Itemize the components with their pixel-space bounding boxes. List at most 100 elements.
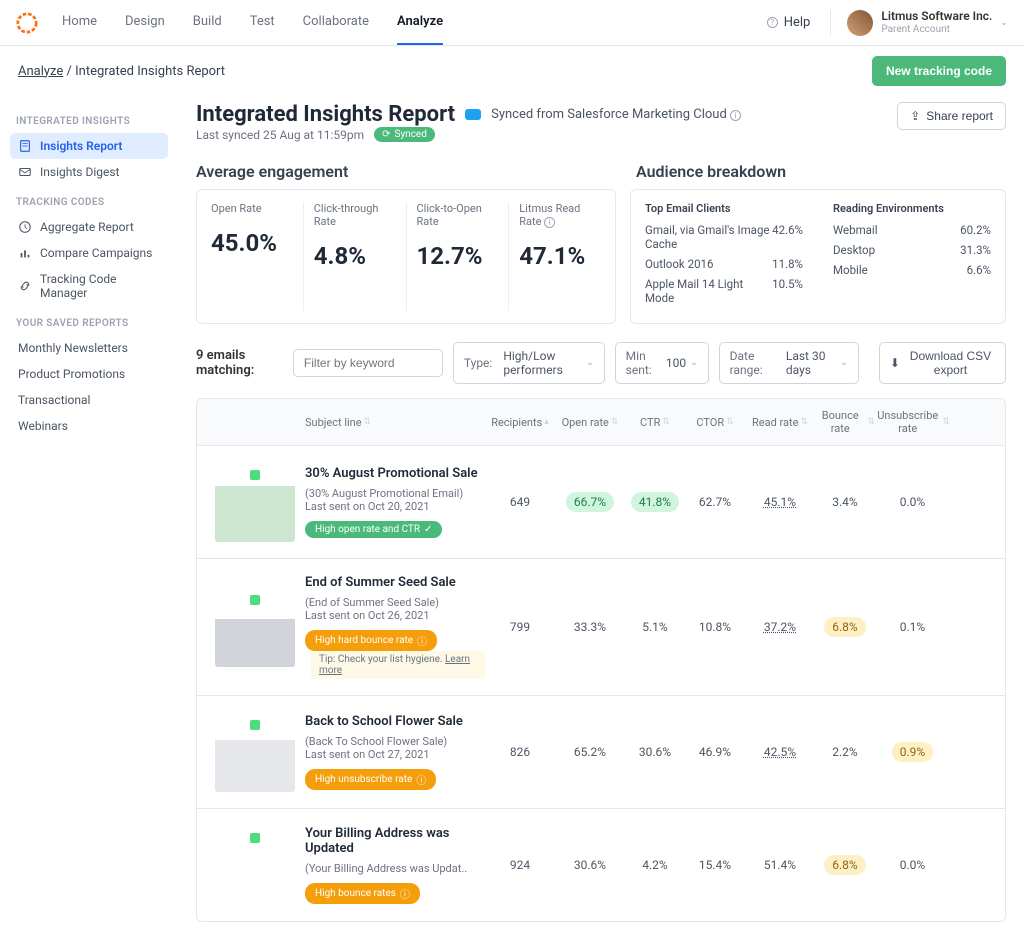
sidebar-item-monthly[interactable]: Monthly Newsletters <box>10 335 168 361</box>
link-icon <box>18 279 32 293</box>
chevron-down-icon: ⌄ <box>586 358 594 368</box>
breadcrumb-root[interactable]: Analyze <box>18 64 63 79</box>
synced-row: Last synced 25 Aug at 11:59pm ⟳ Synced <box>196 127 741 142</box>
metric-ctor: Click-to-Open Rate 12.7% <box>417 202 510 311</box>
page-title-row: Integrated Insights Report Synced from S… <box>196 102 741 127</box>
email-sent: Last sent on Oct 27, 2021 <box>305 748 485 761</box>
cell-ctor: 62.7% <box>685 495 745 509</box>
sidebar-item-transactional[interactable]: Transactional <box>10 387 168 413</box>
filter-type-dropdown[interactable]: Type: High/Low performers ⌄ <box>453 342 605 384</box>
info-icon: ⓘ <box>416 772 426 787</box>
status-badge: High unsubscribe rate ⓘ <box>305 769 436 790</box>
filter-daterange-dropdown[interactable]: Date range: Last 30 days ⌄ <box>719 342 859 384</box>
email-sub: (Back To School Flower Sale) <box>305 735 485 748</box>
email-sent: Last sent on Oct 26, 2021 <box>305 609 485 622</box>
topbar: Home Design Build Test Collaborate Analy… <box>0 0 1024 46</box>
nav-build[interactable]: Build <box>193 0 222 45</box>
side-label: Transactional <box>18 393 90 407</box>
info-icon[interactable]: i <box>544 217 555 228</box>
client-row: Outlook 201611.8% <box>645 257 803 271</box>
email-info: End of Summer Seed Sale (End of Summer S… <box>305 575 485 679</box>
side-label: Compare Campaigns <box>40 246 152 260</box>
topbar-left: Home Design Build Test Collaborate Analy… <box>16 0 443 45</box>
th-read[interactable]: Read rate ⇅ <box>745 416 815 429</box>
th-recipients[interactable]: Recipients ▴ <box>485 416 555 429</box>
new-tracking-code-button[interactable]: New tracking code <box>872 56 1006 86</box>
nav-test[interactable]: Test <box>250 0 275 45</box>
th-open[interactable]: Open rate ⇅ <box>555 416 625 429</box>
help-icon: ? <box>767 17 778 28</box>
email-sub: (End of Summer Seed Sale) <box>305 596 485 609</box>
status-badge: High hard bounce rate ⓘ <box>305 630 437 651</box>
side-label: Aggregate Report <box>40 220 134 234</box>
cell-recipients: 649 <box>485 495 555 509</box>
email-thumbnail <box>215 825 295 905</box>
th-bounce[interactable]: Bounce rate ⇅ <box>815 409 875 435</box>
mail-icon <box>18 165 32 179</box>
th-subject[interactable]: Subject line ⇅ <box>305 416 485 429</box>
logo-icon <box>16 12 38 34</box>
page-title: Integrated Insights Report <box>196 102 455 127</box>
env-col: Reading Environments Webmail60.2% Deskto… <box>833 202 991 311</box>
metric-value: 4.8% <box>314 242 396 270</box>
email-info: 30% August Promotional Sale (30% August … <box>305 466 485 538</box>
side-label: Tracking Code Manager <box>40 272 160 300</box>
sidebar-item-aggregate[interactable]: Aggregate Report <box>10 214 168 240</box>
env-row: Webmail60.2% <box>833 223 991 237</box>
cell-bounce: 6.8% <box>815 855 875 875</box>
status-badge: High bounce rates ⓘ <box>305 883 420 904</box>
account-menu[interactable]: Litmus Software Inc. Parent Account ⌄ <box>830 10 1008 36</box>
filter-keyword-input[interactable] <box>293 349 443 377</box>
sidebar-item-insights-digest[interactable]: Insights Digest <box>10 159 168 185</box>
section-heads: Average engagement Audience breakdown <box>196 162 1006 181</box>
clients-title: Top Email Clients <box>645 202 803 215</box>
metric-label: Click-through Rate <box>314 202 396 228</box>
help-link[interactable]: ? Help <box>767 15 811 30</box>
nav-home[interactable]: Home <box>62 0 97 45</box>
filter-minsent-dropdown[interactable]: Min sent: 100 ⌄ <box>615 342 709 384</box>
cell-read[interactable]: 45.1% <box>745 495 815 509</box>
side-label: Product Promotions <box>18 367 125 381</box>
cell-ctor: 46.9% <box>685 745 745 759</box>
nav-collaborate[interactable]: Collaborate <box>303 0 369 45</box>
sidebar-item-tracking-manager[interactable]: Tracking Code Manager <box>10 266 168 306</box>
th-ctor[interactable]: CTOR ⇅ <box>685 416 745 429</box>
sidebar-item-insights-report[interactable]: Insights Report <box>10 133 168 159</box>
side-label: Webinars <box>18 419 68 433</box>
page-head: Integrated Insights Report Synced from S… <box>196 102 1006 158</box>
emails-table: Subject line ⇅ Recipients ▴ Open rate ⇅ … <box>196 398 1006 922</box>
sync-icon: ⟳ <box>382 129 390 140</box>
cell-recipients: 799 <box>485 620 555 634</box>
cell-bounce: 3.4% <box>815 495 875 509</box>
cell-ctr: 5.1% <box>625 620 685 634</box>
side-label: Monthly Newsletters <box>18 341 128 355</box>
sidebar-item-webinars[interactable]: Webinars <box>10 413 168 439</box>
share-report-button[interactable]: ⇪ Share report <box>897 102 1006 130</box>
env-row: Mobile6.6% <box>833 263 991 277</box>
metrics-row: Open Rate 45.0% Click-through Rate 4.8% … <box>196 189 1006 324</box>
cell-read[interactable]: 37.2% <box>745 620 815 634</box>
sync-source: Synced from Salesforce Marketing Cloud i <box>491 107 741 122</box>
email-thumbnail <box>215 462 295 542</box>
table-row[interactable]: End of Summer Seed Sale (End of Summer S… <box>197 559 1005 696</box>
nav-design[interactable]: Design <box>125 0 165 45</box>
avatar <box>847 10 873 36</box>
engagement-card: Open Rate 45.0% Click-through Rate 4.8% … <box>196 189 616 324</box>
table-row[interactable]: Back to School Flower Sale (Back To Scho… <box>197 696 1005 809</box>
table-row[interactable]: 30% August Promotional Sale (30% August … <box>197 446 1005 559</box>
cell-read[interactable]: 42.5% <box>745 745 815 759</box>
download-csv-button[interactable]: ⬇ Download CSV export <box>879 342 1006 384</box>
th-unsub[interactable]: Unsubscribe rate ⇅ <box>875 409 950 435</box>
cell-open: 33.3% <box>555 620 625 634</box>
th-ctr[interactable]: CTR ⇅ <box>625 416 685 429</box>
table-row[interactable]: Your Billing Address was Updated (Your B… <box>197 809 1005 921</box>
info-icon[interactable]: i <box>730 110 741 121</box>
sidebar-item-promotions[interactable]: Product Promotions <box>10 361 168 387</box>
nav-analyze[interactable]: Analyze <box>397 0 443 45</box>
cell-recipients: 826 <box>485 745 555 759</box>
metric-open-rate: Open Rate 45.0% <box>211 202 304 311</box>
env-title: Reading Environments <box>833 202 991 215</box>
email-info: Back to School Flower Sale (Back To Scho… <box>305 714 485 790</box>
sidebar-item-compare[interactable]: Compare Campaigns <box>10 240 168 266</box>
audience-heading: Audience breakdown <box>636 162 786 181</box>
